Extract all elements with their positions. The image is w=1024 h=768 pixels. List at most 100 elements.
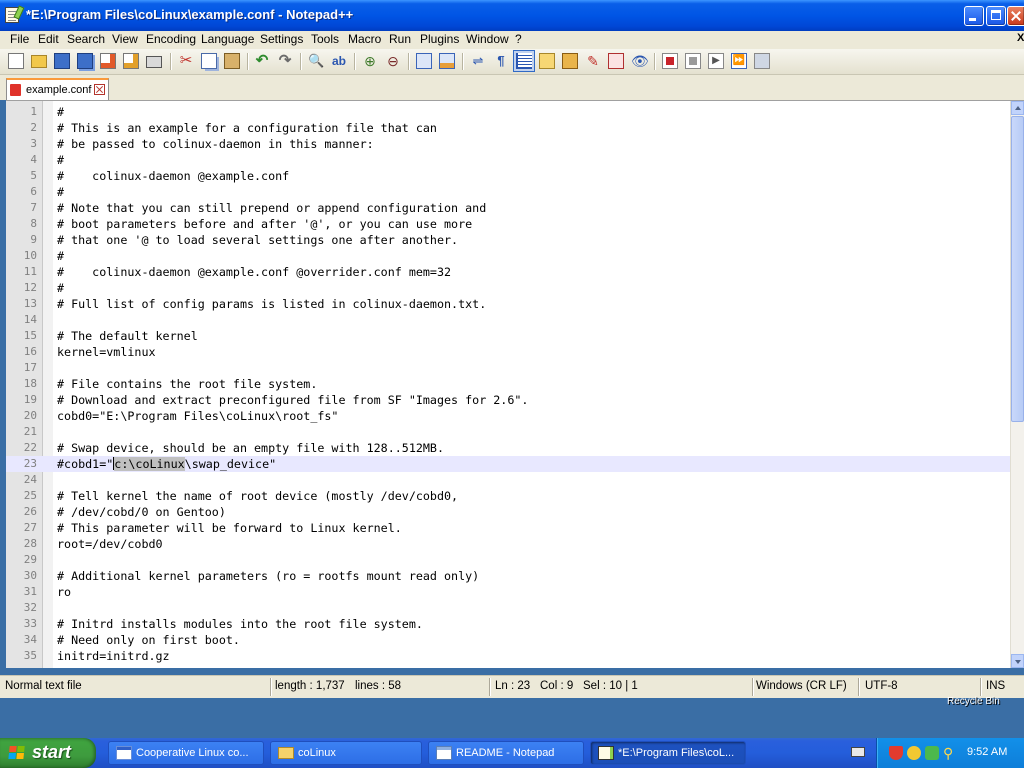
text-editor[interactable]: 1 #2 # This is an example for a configurat… xyxy=(6,100,1024,668)
code-line[interactable]: 6 # xyxy=(6,184,1010,200)
menu-plugins[interactable]: Plugins xyxy=(419,32,460,46)
taskbar-button-readme-notepad[interactable]: README - Notepad xyxy=(428,741,584,765)
line-text[interactable]: # This is an example for a configuration… xyxy=(57,120,437,136)
line-text[interactable]: # xyxy=(57,104,64,120)
run-macro-multiple-icon[interactable]: ⏩ xyxy=(731,53,747,69)
code-line[interactable]: 9 # that one '@ to load several settings … xyxy=(6,232,1010,248)
line-text[interactable]: # Full list of config params is listed i… xyxy=(57,296,486,312)
zoom-out-icon[interactable]: ⊖ xyxy=(385,53,401,69)
copy-icon[interactable] xyxy=(201,53,217,69)
line-text[interactable]: # Additional kernel parameters (ro = roo… xyxy=(57,568,479,584)
menu-settings[interactable]: Settings xyxy=(259,32,304,46)
code-line[interactable]: 11 # colinux-daemon @example.conf @overri… xyxy=(6,264,1010,280)
minimize-button[interactable] xyxy=(964,6,984,26)
line-text[interactable]: root=/dev/cobd0 xyxy=(57,536,163,552)
code-line[interactable]: 20 cobd0="E:\Program Files\coLinux\root_f… xyxy=(6,408,1010,424)
user-defined-dialog-icon[interactable] xyxy=(539,53,555,69)
paste-icon[interactable] xyxy=(224,53,240,69)
line-text[interactable]: cobd0="E:\Program Files\coLinux\root_fs" xyxy=(57,408,338,424)
safely-remove-hardware-icon[interactable] xyxy=(925,746,939,760)
scroll-up-button[interactable] xyxy=(1011,101,1024,115)
code-line[interactable]: 31 ro xyxy=(6,584,1010,600)
open-file-icon[interactable] xyxy=(31,55,47,68)
menu-view[interactable]: View xyxy=(111,32,139,46)
menu-language[interactable]: Language xyxy=(200,32,255,46)
line-text[interactable]: # Download and extract preconfigured fil… xyxy=(57,392,528,408)
line-text[interactable]: initrd=initrd.gz xyxy=(57,648,170,664)
save-macro-icon[interactable] xyxy=(754,53,770,69)
recycle-bin-label[interactable]: Recycle Bin xyxy=(947,696,1000,707)
menu-window[interactable]: Window xyxy=(465,32,510,46)
code-line[interactable]: 34 # Need only on first boot. xyxy=(6,632,1010,648)
status-insert-mode[interactable]: INS xyxy=(986,680,1005,692)
folder-as-workspace-icon[interactable] xyxy=(608,53,624,69)
code-line[interactable]: 5 # colinux-daemon @example.conf xyxy=(6,168,1010,184)
close-document-button[interactable]: X xyxy=(1016,32,1024,44)
code-line[interactable]: 12 # xyxy=(6,280,1010,296)
line-text[interactable]: # This parameter will be forward to Linu… xyxy=(57,520,402,536)
line-text[interactable]: # Note that you can still prepend or app… xyxy=(57,200,486,216)
code-line[interactable]: 7 # Note that you can still prepend or ap… xyxy=(6,200,1010,216)
code-line[interactable]: 26 # /dev/cobd/0 on Gentoo) xyxy=(6,504,1010,520)
line-text[interactable]: # xyxy=(57,248,64,264)
cut-icon[interactable]: ✂ xyxy=(178,53,194,69)
network-icon[interactable] xyxy=(907,746,921,760)
line-text[interactable]: # that one '@ to load several settings o… xyxy=(57,232,458,248)
scrollbar-thumb[interactable] xyxy=(1011,116,1024,422)
search-icon[interactable]: ⚲ xyxy=(943,746,957,760)
save-icon[interactable] xyxy=(54,53,70,69)
line-text[interactable]: # xyxy=(57,280,64,296)
code-line[interactable]: 25 # Tell kernel the name of root device … xyxy=(6,488,1010,504)
line-text[interactable]: # colinux-daemon @example.conf xyxy=(57,168,289,184)
close-button[interactable] xyxy=(1007,6,1024,26)
code-line[interactable]: 29 xyxy=(6,552,1010,568)
code-line[interactable]: 35 initrd=initrd.gz xyxy=(6,648,1010,664)
code-line[interactable]: 14 xyxy=(6,312,1010,328)
status-eol[interactable]: Windows (CR LF) xyxy=(756,680,847,692)
code-line[interactable]: 3 # be passed to colinux-daemon in this m… xyxy=(6,136,1010,152)
new-file-icon[interactable] xyxy=(8,53,24,69)
code-line[interactable]: 17 xyxy=(6,360,1010,376)
start-button[interactable]: start xyxy=(0,738,96,768)
sync-horizontal-icon[interactable] xyxy=(439,53,455,69)
text-selection[interactable]: c:\coLinux xyxy=(114,457,185,471)
current-line[interactable]: 23 #cobd1="c:\coLinux\swap_device" xyxy=(6,456,1010,472)
print-icon[interactable] xyxy=(146,56,162,68)
line-text[interactable]: # /dev/cobd/0 on Gentoo) xyxy=(57,504,226,520)
line-text[interactable]: # Initrd installs modules into the root … xyxy=(57,616,423,632)
menu-edit[interactable]: Edit xyxy=(37,32,60,46)
code-line[interactable]: 21 xyxy=(6,424,1010,440)
line-text[interactable]: # xyxy=(57,184,64,200)
function-list-icon[interactable]: ✎ xyxy=(585,53,601,69)
menu-tools[interactable]: Tools xyxy=(310,32,340,46)
document-map-icon[interactable] xyxy=(562,53,578,69)
code-line[interactable]: 32 xyxy=(6,600,1010,616)
close-tab-icon[interactable] xyxy=(94,84,105,95)
monitoring-eye-icon[interactable]: 👁 xyxy=(631,53,649,69)
keyboard-language-icon[interactable] xyxy=(851,747,865,757)
menu-encoding[interactable]: Encoding xyxy=(145,32,197,46)
line-text[interactable]: # xyxy=(57,152,64,168)
code-line[interactable]: 15 # The default kernel xyxy=(6,328,1010,344)
code-line[interactable]: 8 # boot parameters before and after '@',… xyxy=(6,216,1010,232)
code-line[interactable]: 24 xyxy=(6,472,1010,488)
record-macro-icon[interactable] xyxy=(662,53,678,69)
code-line[interactable]: 22 # Swap device, should be an empty file… xyxy=(6,440,1010,456)
line-text[interactable]: # colinux-daemon @example.conf @override… xyxy=(57,264,451,280)
code-line[interactable]: 33 # Initrd installs modules into the roo… xyxy=(6,616,1010,632)
taskbar-button-cooperative-linux[interactable]: Cooperative Linux co... xyxy=(108,741,264,765)
taskbar-button-notepad-plus-plus[interactable]: *E:\Program Files\coL... xyxy=(590,741,746,765)
status-encoding[interactable]: UTF-8 xyxy=(865,680,898,692)
line-text[interactable]: # File contains the root file system. xyxy=(57,376,317,392)
play-macro-icon[interactable]: ▶ xyxy=(708,53,724,69)
show-all-characters-icon[interactable]: ¶ xyxy=(493,53,509,69)
close-file-icon[interactable] xyxy=(100,53,116,69)
scroll-down-button[interactable] xyxy=(1011,654,1024,668)
code-line[interactable]: 1 # xyxy=(6,104,1010,120)
sync-vertical-icon[interactable] xyxy=(416,53,432,69)
line-text[interactable]: # boot parameters before and after '@', … xyxy=(57,216,472,232)
line-text[interactable]: # The default kernel xyxy=(57,328,198,344)
undo-icon[interactable]: ↶ xyxy=(254,53,270,69)
editor-lines[interactable]: 1 #2 # This is an example for a configurat… xyxy=(6,104,1010,664)
vertical-scrollbar[interactable] xyxy=(1010,101,1024,668)
